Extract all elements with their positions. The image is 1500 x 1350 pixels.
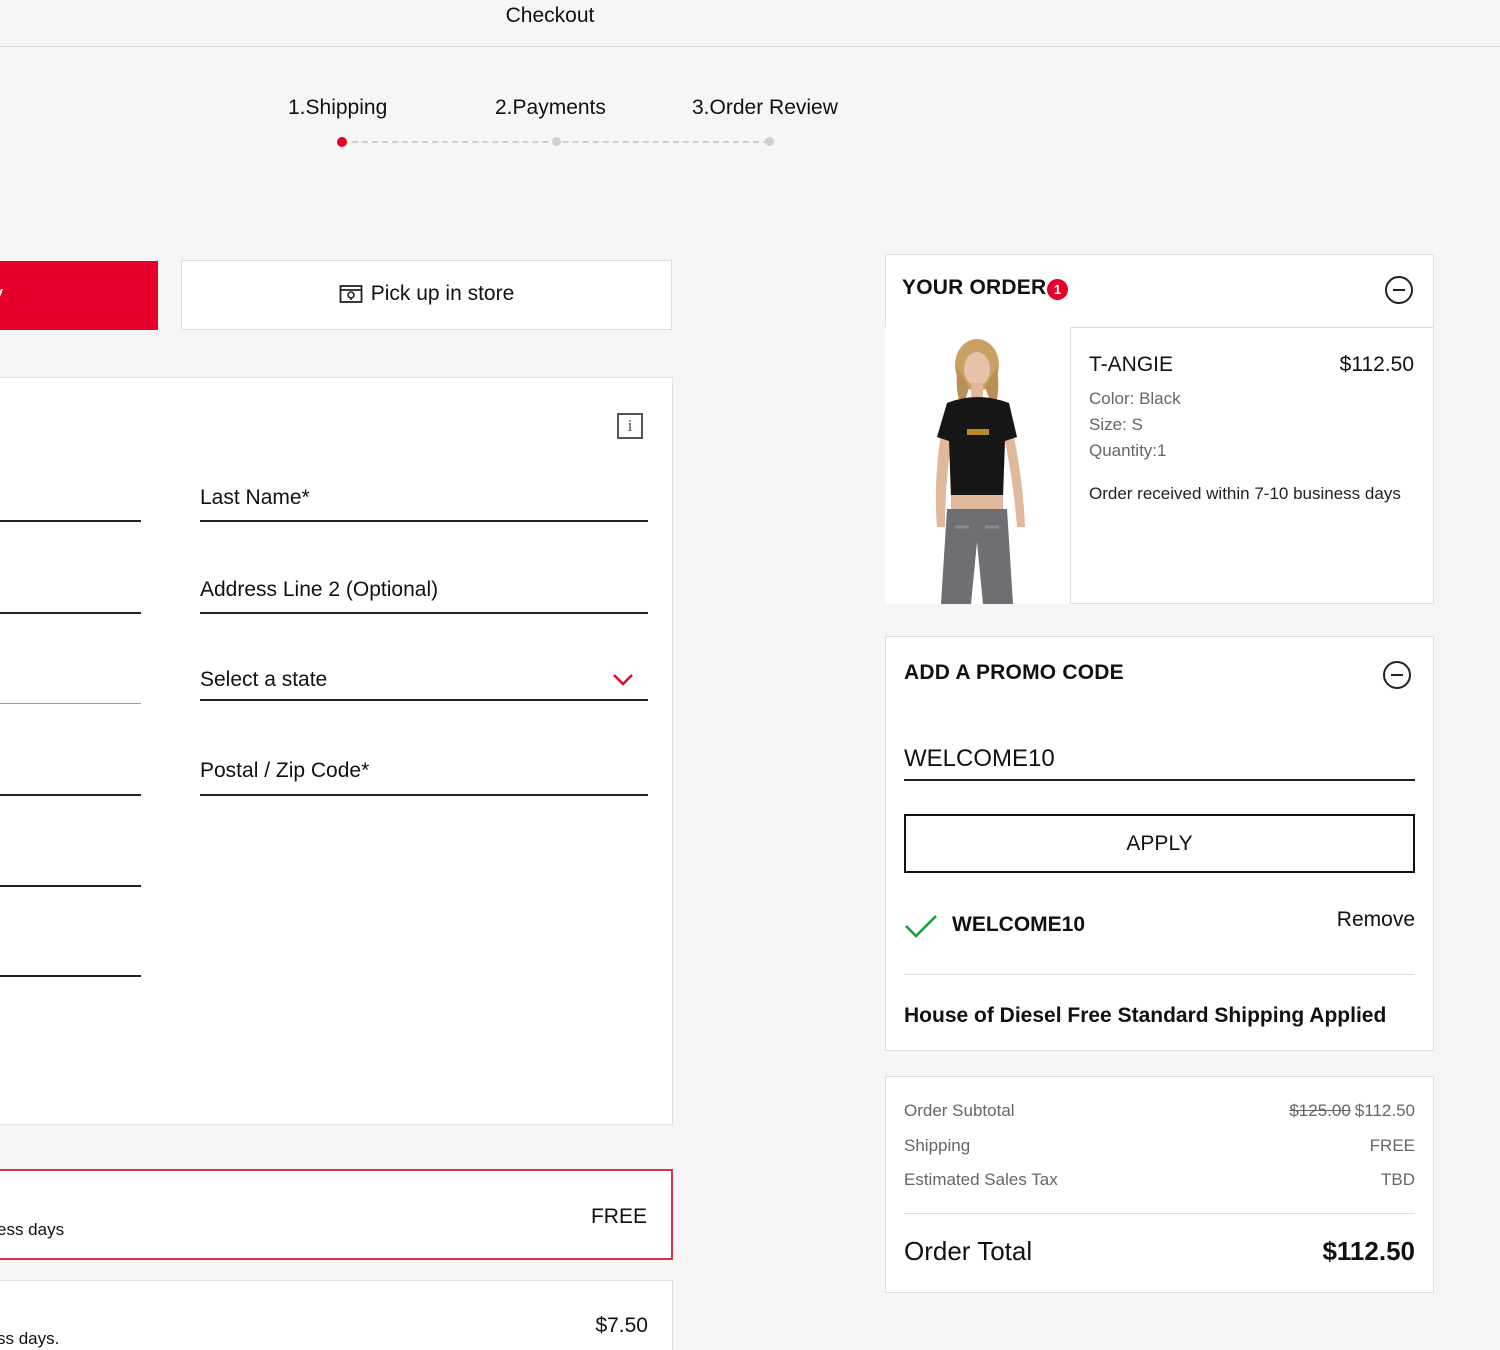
email-field[interactable]	[0, 975, 141, 977]
subtotal-original: $125.00	[1289, 1101, 1351, 1120]
shipping-label: Shipping	[904, 1136, 971, 1155]
shipping-option-desc: ss days.	[0, 1329, 60, 1348]
order-count-badge: 1	[1047, 279, 1068, 300]
checkout-header: Checkout	[0, 0, 1500, 47]
shipping-option-express[interactable]: ss days. $7.50	[0, 1280, 673, 1350]
promo-title: ADD A PROMO CODE	[904, 661, 1124, 684]
free-shipping-message: House of Diesel Free Standard Shipping A…	[904, 1004, 1387, 1027]
product-image[interactable]	[885, 327, 1070, 604]
apply-button[interactable]: APPLY	[904, 814, 1415, 873]
last-name-label: Last Name*	[200, 486, 310, 509]
summary-divider	[904, 1213, 1415, 1214]
postal-code-field[interactable]	[200, 794, 648, 796]
delivery-tab[interactable]: y	[0, 261, 158, 330]
first-name-field[interactable]	[0, 520, 141, 522]
subtotal-label: Order Subtotal	[904, 1101, 1015, 1120]
address-line-2-field[interactable]	[200, 612, 648, 614]
shipping-option-price: $7.50	[595, 1314, 648, 1337]
tax-label: Estimated Sales Tax	[904, 1170, 1058, 1189]
city-field[interactable]	[0, 703, 141, 704]
step-payments[interactable]: 2.Payments	[495, 96, 606, 120]
promo-code-underline	[904, 779, 1415, 781]
subtotal-discounted: $112.50	[1354, 1101, 1415, 1120]
product-price: $112.50	[1339, 353, 1414, 376]
remove-promo-link[interactable]: Remove	[1300, 908, 1415, 932]
info-icon[interactable]: i	[617, 413, 643, 439]
step-shipping[interactable]: 1.Shipping	[288, 96, 387, 120]
last-name-field[interactable]	[200, 520, 648, 522]
product-image-cell	[885, 327, 1071, 604]
applied-promo-code: WELCOME10	[952, 913, 1086, 936]
delivery-tab-label: y	[0, 281, 3, 307]
delivery-estimate: Order received within 7-10 business days	[1089, 484, 1401, 503]
state-select[interactable]	[200, 699, 648, 701]
shipping-option-price: FREE	[590, 1205, 647, 1228]
product-name[interactable]: T-ANGIE	[1089, 353, 1173, 377]
country-field[interactable]	[0, 794, 141, 796]
tax-value: TBD	[1381, 1170, 1415, 1189]
address-line-1-field[interactable]	[0, 612, 141, 614]
shipping-value: FREE	[1369, 1136, 1415, 1155]
step-dot-payments	[552, 137, 561, 146]
order-title: YOUR ORDER	[902, 276, 1047, 299]
pickup-in-store-label: Pick up in store	[370, 282, 515, 305]
state-select-label[interactable]: Select a state	[200, 668, 327, 692]
order-total-label: Order Total	[904, 1236, 1033, 1266]
address-line-2-label: Address Line 2 (Optional)	[200, 578, 439, 601]
product-size: Size: S	[1089, 415, 1143, 434]
page-title: Checkout	[505, 4, 595, 27]
pickup-in-store-tab[interactable]: Pick up in store	[181, 260, 672, 330]
order-total-value: $112.50	[1322, 1236, 1415, 1266]
product-quantity: Quantity:1	[1089, 441, 1167, 460]
check-icon	[905, 915, 937, 938]
product-color: Color: Black	[1089, 389, 1181, 408]
chevron-down-icon[interactable]	[612, 673, 634, 687]
step-dot-order-review	[765, 137, 774, 146]
shipping-option-desc: ess days	[0, 1220, 65, 1239]
store-icon	[339, 285, 363, 303]
shipping-option-standard[interactable]: ess days FREE	[0, 1169, 673, 1260]
collapse-icon[interactable]	[1383, 661, 1411, 689]
address-form	[0, 377, 673, 1125]
collapse-icon[interactable]	[1385, 276, 1413, 304]
step-order-review[interactable]: 3.Order Review	[692, 96, 838, 120]
promo-divider	[904, 974, 1415, 975]
phone-field[interactable]	[0, 885, 141, 887]
subtotal-value: $125.00 $112.50	[1200, 1101, 1415, 1121]
promo-code-input[interactable]: WELCOME10	[904, 745, 1055, 773]
postal-code-label: Postal / Zip Code*	[200, 759, 370, 782]
step-dot-shipping	[337, 137, 347, 147]
